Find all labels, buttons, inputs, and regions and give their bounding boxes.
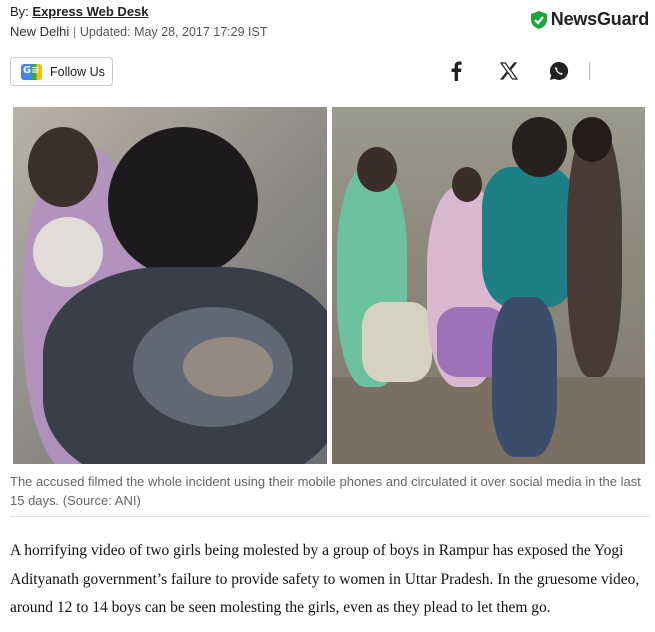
dateline: New Delhi | Updated: May 28, 2017 17:29 …: [10, 24, 267, 39]
byline-prefix: By:: [10, 4, 33, 19]
share-facebook-button[interactable]: [443, 58, 469, 84]
share-x-button[interactable]: [496, 58, 522, 84]
follow-us-label: Follow Us: [50, 64, 105, 79]
updated-timestamp: Updated: May 28, 2017 17:29 IST: [79, 25, 268, 39]
article-paragraph: A horrifying video of two girls being mo…: [10, 542, 640, 616]
google-news-icon: [21, 63, 42, 80]
image-panel-right: [332, 107, 645, 464]
newsguard-badge[interactable]: NewsGuard: [530, 9, 649, 30]
share-whatsapp-button[interactable]: [546, 58, 572, 84]
caption-divider: [10, 516, 650, 517]
article-image: [13, 107, 645, 464]
shield-check-icon: [530, 10, 547, 29]
whatsapp-icon: [549, 61, 569, 80]
byline: By: Express Web Desk: [10, 4, 149, 19]
dateline-place: New Delhi: [10, 24, 70, 39]
newsguard-label: NewsGuard: [550, 9, 649, 29]
dateline-separator: |: [69, 24, 80, 39]
follow-us-button[interactable]: Follow Us: [10, 57, 113, 86]
image-caption: The accused filmed the whole incident us…: [10, 474, 641, 508]
image-panel-left: [13, 107, 327, 464]
author-link[interactable]: Express Web Desk: [32, 4, 148, 19]
x-icon: [500, 62, 518, 80]
share-divider: [589, 62, 590, 80]
facebook-icon: [451, 61, 462, 81]
